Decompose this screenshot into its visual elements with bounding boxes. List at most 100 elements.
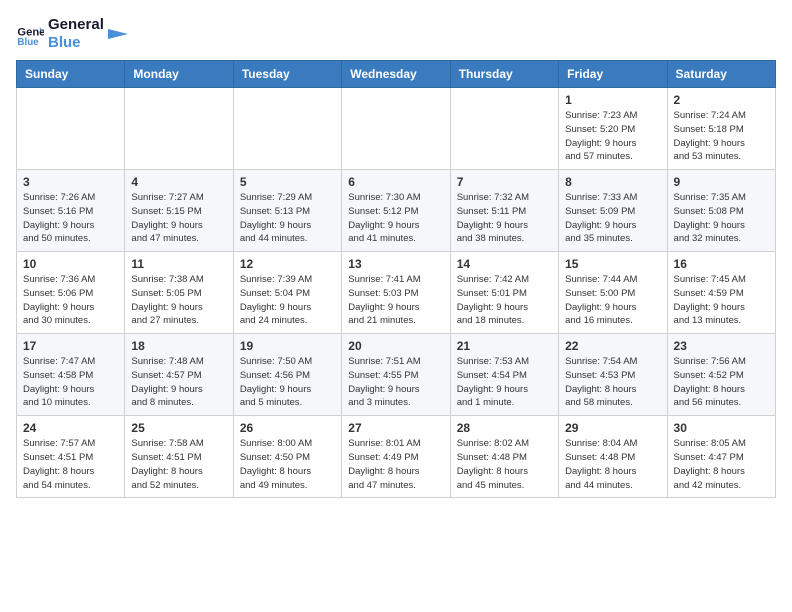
calendar-cell: 1Sunrise: 7:23 AM Sunset: 5:20 PM Daylig…	[559, 88, 667, 170]
calendar-week-4: 17Sunrise: 7:47 AM Sunset: 4:58 PM Dayli…	[17, 334, 776, 416]
day-number: 12	[240, 257, 335, 271]
calendar-header-row: SundayMondayTuesdayWednesdayThursdayFrid…	[17, 61, 776, 88]
calendar-cell	[125, 88, 233, 170]
day-info: Sunrise: 7:48 AM Sunset: 4:57 PM Dayligh…	[131, 355, 226, 410]
day-number: 25	[131, 421, 226, 435]
calendar-cell: 20 Sunrise: 7:51 AM Sunset: 4:55 PM Dayli…	[342, 334, 450, 416]
day-number: 20	[348, 339, 443, 353]
logo: General Blue General Blue	[16, 16, 128, 52]
logo-line2: Blue	[48, 34, 104, 52]
calendar-cell: 28 Sunrise: 8:02 AM Sunset: 4:48 PM Dayli…	[450, 416, 558, 498]
day-number: 17	[23, 339, 118, 353]
day-number: 4	[131, 175, 226, 189]
day-info: Sunrise: 7:39 AM Sunset: 5:04 PM Dayligh…	[240, 273, 335, 328]
calendar-cell: 26 Sunrise: 8:00 AM Sunset: 4:50 PM Dayli…	[233, 416, 341, 498]
day-info: Sunrise: 8:00 AM Sunset: 4:50 PM Dayligh…	[240, 437, 335, 492]
calendar-cell: 27Sunrise: 8:01 AM Sunset: 4:49 PM Dayli…	[342, 416, 450, 498]
day-info: Sunrise: 7:35 AM Sunset: 5:08 PM Dayligh…	[674, 191, 769, 246]
calendar-cell: 21 Sunrise: 7:53 AM Sunset: 4:54 PM Dayli…	[450, 334, 558, 416]
weekday-header-thursday: Thursday	[450, 61, 558, 88]
day-number: 19	[240, 339, 335, 353]
calendar-cell: 7Sunrise: 7:32 AM Sunset: 5:11 PM Daylig…	[450, 170, 558, 252]
day-info: Sunrise: 8:04 AM Sunset: 4:48 PM Dayligh…	[565, 437, 660, 492]
day-info: Sunrise: 7:44 AM Sunset: 5:00 PM Dayligh…	[565, 273, 660, 328]
day-number: 15	[565, 257, 660, 271]
calendar-week-3: 10 Sunrise: 7:36 AM Sunset: 5:06 PM Dayli…	[17, 252, 776, 334]
calendar-week-5: 24Sunrise: 7:57 AM Sunset: 4:51 PM Dayli…	[17, 416, 776, 498]
calendar-cell: 11 Sunrise: 7:38 AM Sunset: 5:05 PM Dayli…	[125, 252, 233, 334]
day-info: Sunrise: 7:29 AM Sunset: 5:13 PM Dayligh…	[240, 191, 335, 246]
calendar-cell: 16Sunrise: 7:45 AM Sunset: 4:59 PM Dayli…	[667, 252, 775, 334]
day-number: 3	[23, 175, 118, 189]
page-header: General Blue General Blue	[16, 16, 776, 52]
calendar-cell: 12 Sunrise: 7:39 AM Sunset: 5:04 PM Dayli…	[233, 252, 341, 334]
day-number: 30	[674, 421, 769, 435]
calendar-cell: 23Sunrise: 7:56 AM Sunset: 4:52 PM Dayli…	[667, 334, 775, 416]
calendar-cell	[342, 88, 450, 170]
calendar-week-2: 3 Sunrise: 7:26 AM Sunset: 5:16 PM Daylig…	[17, 170, 776, 252]
day-number: 22	[565, 339, 660, 353]
calendar-table: SundayMondayTuesdayWednesdayThursdayFrid…	[16, 60, 776, 498]
calendar-cell: 24Sunrise: 7:57 AM Sunset: 4:51 PM Dayli…	[17, 416, 125, 498]
calendar-cell: 5 Sunrise: 7:29 AM Sunset: 5:13 PM Daylig…	[233, 170, 341, 252]
day-info: Sunrise: 7:42 AM Sunset: 5:01 PM Dayligh…	[457, 273, 552, 328]
day-info: Sunrise: 7:51 AM Sunset: 4:55 PM Dayligh…	[348, 355, 443, 410]
day-info: Sunrise: 7:54 AM Sunset: 4:53 PM Dayligh…	[565, 355, 660, 410]
day-number: 11	[131, 257, 226, 271]
day-number: 1	[565, 93, 660, 107]
day-number: 16	[674, 257, 769, 271]
day-info: Sunrise: 7:41 AM Sunset: 5:03 PM Dayligh…	[348, 273, 443, 328]
calendar-cell: 15 Sunrise: 7:44 AM Sunset: 5:00 PM Dayli…	[559, 252, 667, 334]
weekday-header-sunday: Sunday	[17, 61, 125, 88]
day-info: Sunrise: 7:38 AM Sunset: 5:05 PM Dayligh…	[131, 273, 226, 328]
weekday-header-monday: Monday	[125, 61, 233, 88]
day-info: Sunrise: 7:57 AM Sunset: 4:51 PM Dayligh…	[23, 437, 118, 492]
weekday-header-friday: Friday	[559, 61, 667, 88]
calendar-cell: 10 Sunrise: 7:36 AM Sunset: 5:06 PM Dayli…	[17, 252, 125, 334]
day-number: 9	[674, 175, 769, 189]
calendar-cell: 4Sunrise: 7:27 AM Sunset: 5:15 PM Daylig…	[125, 170, 233, 252]
calendar-cell: 14 Sunrise: 7:42 AM Sunset: 5:01 PM Dayli…	[450, 252, 558, 334]
calendar-cell: 29 Sunrise: 8:04 AM Sunset: 4:48 PM Dayli…	[559, 416, 667, 498]
day-info: Sunrise: 7:56 AM Sunset: 4:52 PM Dayligh…	[674, 355, 769, 410]
calendar-cell: 13 Sunrise: 7:41 AM Sunset: 5:03 PM Dayli…	[342, 252, 450, 334]
day-info: Sunrise: 7:50 AM Sunset: 4:56 PM Dayligh…	[240, 355, 335, 410]
calendar-cell: 9 Sunrise: 7:35 AM Sunset: 5:08 PM Daylig…	[667, 170, 775, 252]
calendar-cell: 25Sunrise: 7:58 AM Sunset: 4:51 PM Dayli…	[125, 416, 233, 498]
day-info: Sunrise: 8:02 AM Sunset: 4:48 PM Dayligh…	[457, 437, 552, 492]
day-info: Sunrise: 7:53 AM Sunset: 4:54 PM Dayligh…	[457, 355, 552, 410]
day-number: 26	[240, 421, 335, 435]
day-info: Sunrise: 7:36 AM Sunset: 5:06 PM Dayligh…	[23, 273, 118, 328]
logo-icon: General Blue	[16, 20, 44, 48]
calendar-cell	[17, 88, 125, 170]
day-info: Sunrise: 8:01 AM Sunset: 4:49 PM Dayligh…	[348, 437, 443, 492]
calendar-week-1: 1Sunrise: 7:23 AM Sunset: 5:20 PM Daylig…	[17, 88, 776, 170]
day-number: 5	[240, 175, 335, 189]
logo-line1: General	[48, 16, 104, 34]
calendar-cell: 30Sunrise: 8:05 AM Sunset: 4:47 PM Dayli…	[667, 416, 775, 498]
day-number: 21	[457, 339, 552, 353]
day-number: 14	[457, 257, 552, 271]
day-info: Sunrise: 7:33 AM Sunset: 5:09 PM Dayligh…	[565, 191, 660, 246]
day-info: Sunrise: 7:26 AM Sunset: 5:16 PM Dayligh…	[23, 191, 118, 246]
day-number: 8	[565, 175, 660, 189]
day-number: 10	[23, 257, 118, 271]
weekday-header-tuesday: Tuesday	[233, 61, 341, 88]
calendar-cell	[233, 88, 341, 170]
calendar-cell: 3 Sunrise: 7:26 AM Sunset: 5:16 PM Daylig…	[17, 170, 125, 252]
day-number: 13	[348, 257, 443, 271]
day-number: 7	[457, 175, 552, 189]
calendar-cell: 22 Sunrise: 7:54 AM Sunset: 4:53 PM Dayli…	[559, 334, 667, 416]
calendar-cell: 18Sunrise: 7:48 AM Sunset: 4:57 PM Dayli…	[125, 334, 233, 416]
day-number: 29	[565, 421, 660, 435]
logo-arrow-icon	[108, 24, 128, 44]
weekday-header-wednesday: Wednesday	[342, 61, 450, 88]
svg-text:Blue: Blue	[17, 37, 39, 48]
day-number: 6	[348, 175, 443, 189]
day-info: Sunrise: 7:24 AM Sunset: 5:18 PM Dayligh…	[674, 109, 769, 164]
weekday-header-saturday: Saturday	[667, 61, 775, 88]
calendar-cell: 6Sunrise: 7:30 AM Sunset: 5:12 PM Daylig…	[342, 170, 450, 252]
calendar-cell: 8 Sunrise: 7:33 AM Sunset: 5:09 PM Daylig…	[559, 170, 667, 252]
calendar-cell: 2Sunrise: 7:24 AM Sunset: 5:18 PM Daylig…	[667, 88, 775, 170]
day-number: 28	[457, 421, 552, 435]
